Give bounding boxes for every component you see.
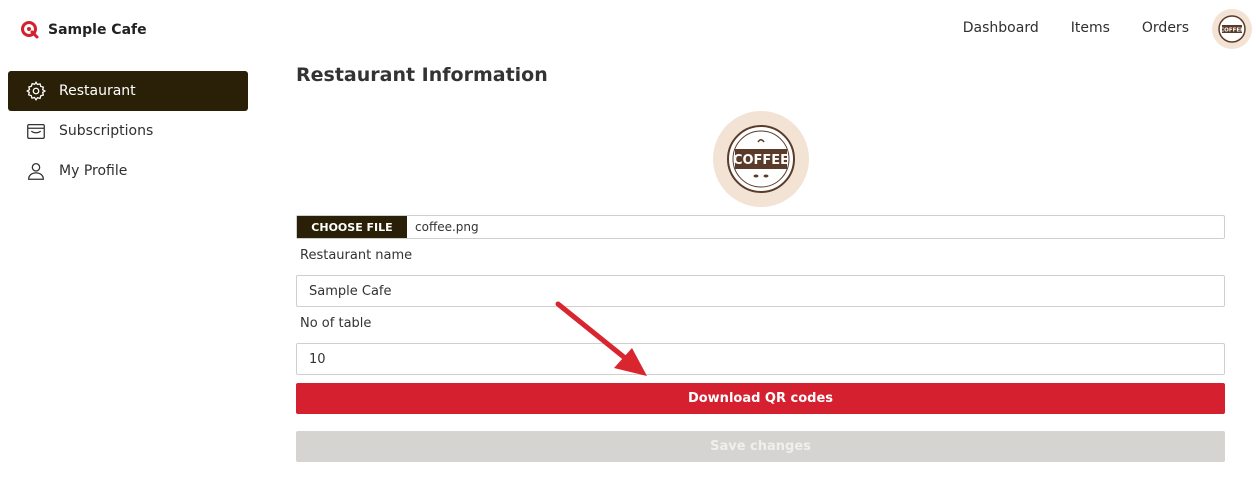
download-qr-button[interactable]: Download QR codes — [296, 383, 1225, 414]
sidebar-item-subscriptions[interactable]: Subscriptions — [8, 111, 248, 151]
sidebar-item-label: Subscriptions — [59, 123, 154, 139]
sidebar-item-label: My Profile — [59, 163, 128, 179]
sidebar-item-label: Restaurant — [59, 83, 136, 99]
q-logo-icon — [21, 21, 39, 39]
top-nav: Dashboard Items Orders — [963, 20, 1189, 36]
page-title: Restaurant Information — [296, 64, 548, 86]
sidebar: Restaurant Subscriptions My Profile — [8, 71, 248, 191]
restaurant-name-input[interactable] — [296, 275, 1225, 307]
restaurant-info-form: Restaurant Information COFFEE CHOOSE FIL… — [296, 64, 1225, 462]
logo-text: COFFEE — [733, 153, 789, 168]
nav-dashboard[interactable]: Dashboard — [963, 20, 1039, 36]
avatar-badge-text: COFFEE — [1220, 28, 1244, 34]
top-bar: Sample Cafe Dashboard Items Orders COFFE… — [0, 0, 1256, 60]
coffee-badge-icon: COFFEE — [1218, 15, 1246, 43]
avatar[interactable]: COFFEE — [1212, 9, 1252, 49]
wallet-icon — [27, 123, 45, 139]
restaurant-logo: COFFEE — [713, 111, 809, 207]
nav-orders[interactable]: Orders — [1142, 20, 1189, 36]
choose-file-button[interactable]: CHOOSE FILE — [297, 216, 407, 238]
table-count-label: No of table — [300, 316, 372, 331]
sidebar-item-my-profile[interactable]: My Profile — [8, 151, 248, 191]
brand-name: Sample Cafe — [48, 22, 147, 38]
restaurant-name-label: Restaurant name — [300, 248, 413, 263]
save-changes-button[interactable]: Save changes — [296, 431, 1225, 462]
user-icon — [28, 163, 44, 180]
sidebar-item-restaurant[interactable]: Restaurant — [8, 71, 248, 111]
coffee-badge-icon: COFFEE — [727, 125, 795, 193]
gear-icon — [26, 81, 47, 101]
brand[interactable]: Sample Cafe — [20, 19, 147, 41]
file-name: coffee.png — [415, 220, 479, 234]
file-upload[interactable]: CHOOSE FILE coffee.png — [296, 215, 1225, 239]
nav-items[interactable]: Items — [1071, 20, 1110, 36]
table-count-input[interactable] — [296, 343, 1225, 375]
